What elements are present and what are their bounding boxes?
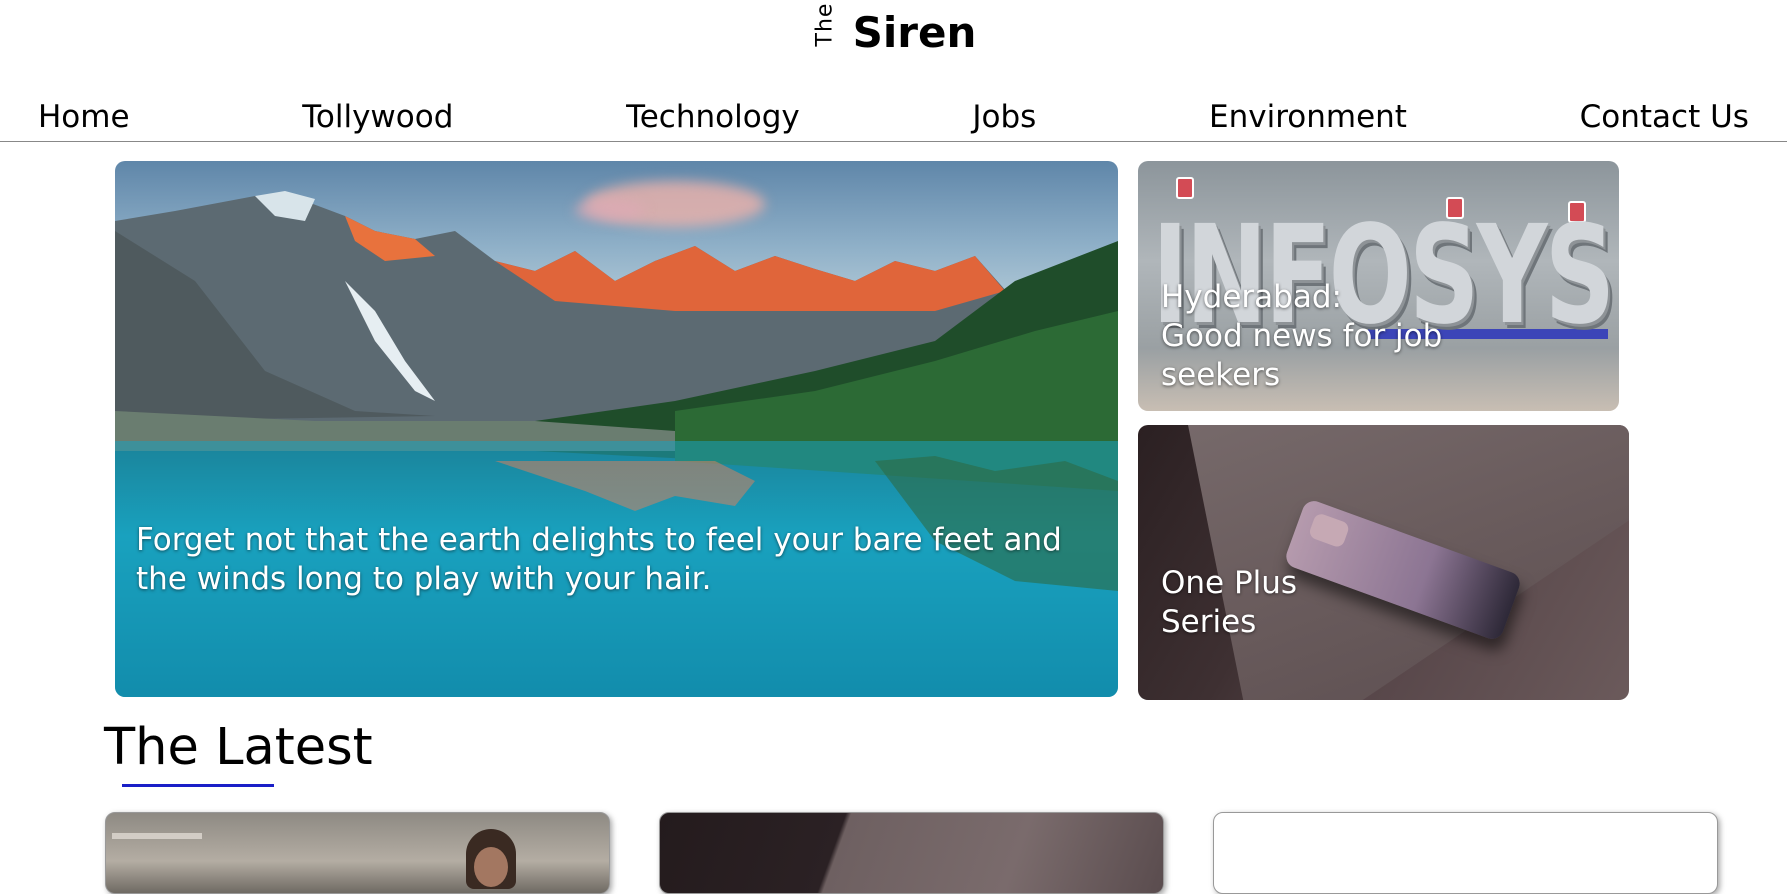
section-title-latest: The Latest	[104, 718, 373, 777]
latest-card-2[interactable]	[659, 812, 1164, 894]
nav-tollywood[interactable]: Tollywood	[302, 99, 453, 135]
caption-line: seekers	[1161, 357, 1281, 393]
caption-line: Good news for job	[1161, 318, 1443, 354]
featured-side-caption-oneplus: One Plus Series	[1161, 564, 1411, 642]
caption-line: Hyderabad:	[1161, 279, 1342, 315]
featured-side-card-oneplus[interactable]: One Plus Series	[1138, 425, 1629, 700]
nav-environment[interactable]: Environment	[1209, 99, 1407, 135]
nav-contact-us[interactable]: Contact Us	[1580, 99, 1749, 135]
nav-home[interactable]: Home	[38, 99, 130, 135]
featured-side-caption-jobs: Hyderabad: Good news for job seekers	[1161, 278, 1481, 395]
latest-card-1[interactable]	[105, 812, 610, 894]
poster-face	[474, 847, 508, 887]
mountain-scene-illustration	[115, 191, 1118, 697]
latest-card-3[interactable]	[1213, 812, 1718, 894]
poster-text-mark	[112, 833, 202, 839]
caption-line: One Plus	[1161, 565, 1298, 601]
logo-prefix: The	[812, 2, 838, 47]
logo-name: Siren	[852, 8, 977, 57]
section-title-underline	[122, 784, 274, 787]
featured-main-caption: Forget not that the earth delights to fe…	[136, 522, 1062, 597]
site-logo[interactable]: The Siren	[0, 2, 1787, 70]
main-nav: Home Tollywood Technology Jobs Environme…	[0, 92, 1787, 142]
nav-technology[interactable]: Technology	[626, 99, 800, 135]
sign-marker	[1176, 177, 1194, 199]
featured-side-card-jobs[interactable]: INFOSYS Hyderabad: Good news for job see…	[1138, 161, 1619, 411]
caption-line: Series	[1161, 604, 1257, 640]
featured-main-card[interactable]: Forget not that the earth delights to fe…	[115, 161, 1118, 697]
nav-jobs[interactable]: Jobs	[972, 99, 1036, 135]
camera-module	[1307, 511, 1351, 549]
